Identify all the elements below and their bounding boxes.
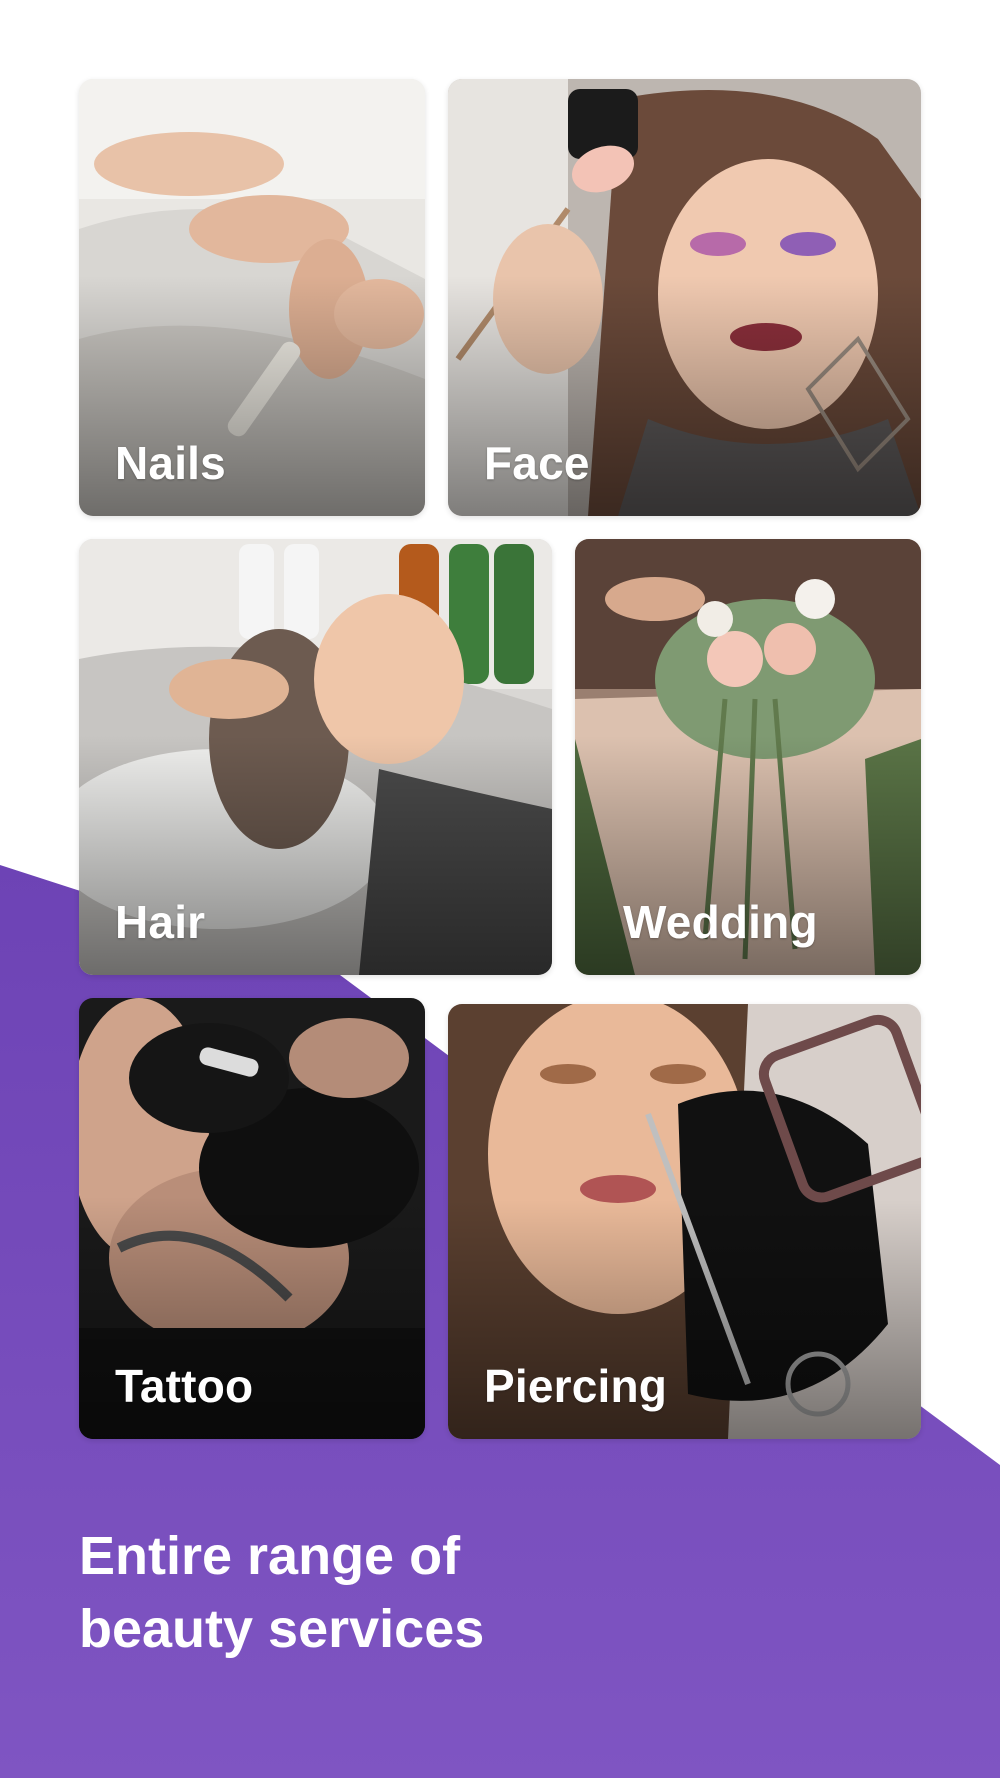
tile-label-tattoo: Tattoo [115,1360,254,1412]
tile-label-face: Face [484,437,590,489]
category-tile-tattoo[interactable]: Tattoo [79,998,425,1439]
promo-headline: Entire range of beauty services [79,1520,484,1666]
category-tile-nails[interactable]: Nails [79,79,425,516]
tile-label-hair: Hair [115,896,206,948]
category-tile-face[interactable]: Face [448,79,921,516]
headline-line-2: beauty services [79,1599,485,1659]
headline-line-1: Entire range of [79,1526,461,1586]
tile-label-nails: Nails [115,437,226,489]
category-tile-wedding[interactable]: Wedding [575,539,921,975]
category-tile-piercing[interactable]: Piercing [448,1004,921,1439]
tile-label-piercing: Piercing [484,1360,668,1412]
category-tile-hair[interactable]: Hair [79,539,552,975]
tile-label-wedding: Wedding [623,896,818,948]
